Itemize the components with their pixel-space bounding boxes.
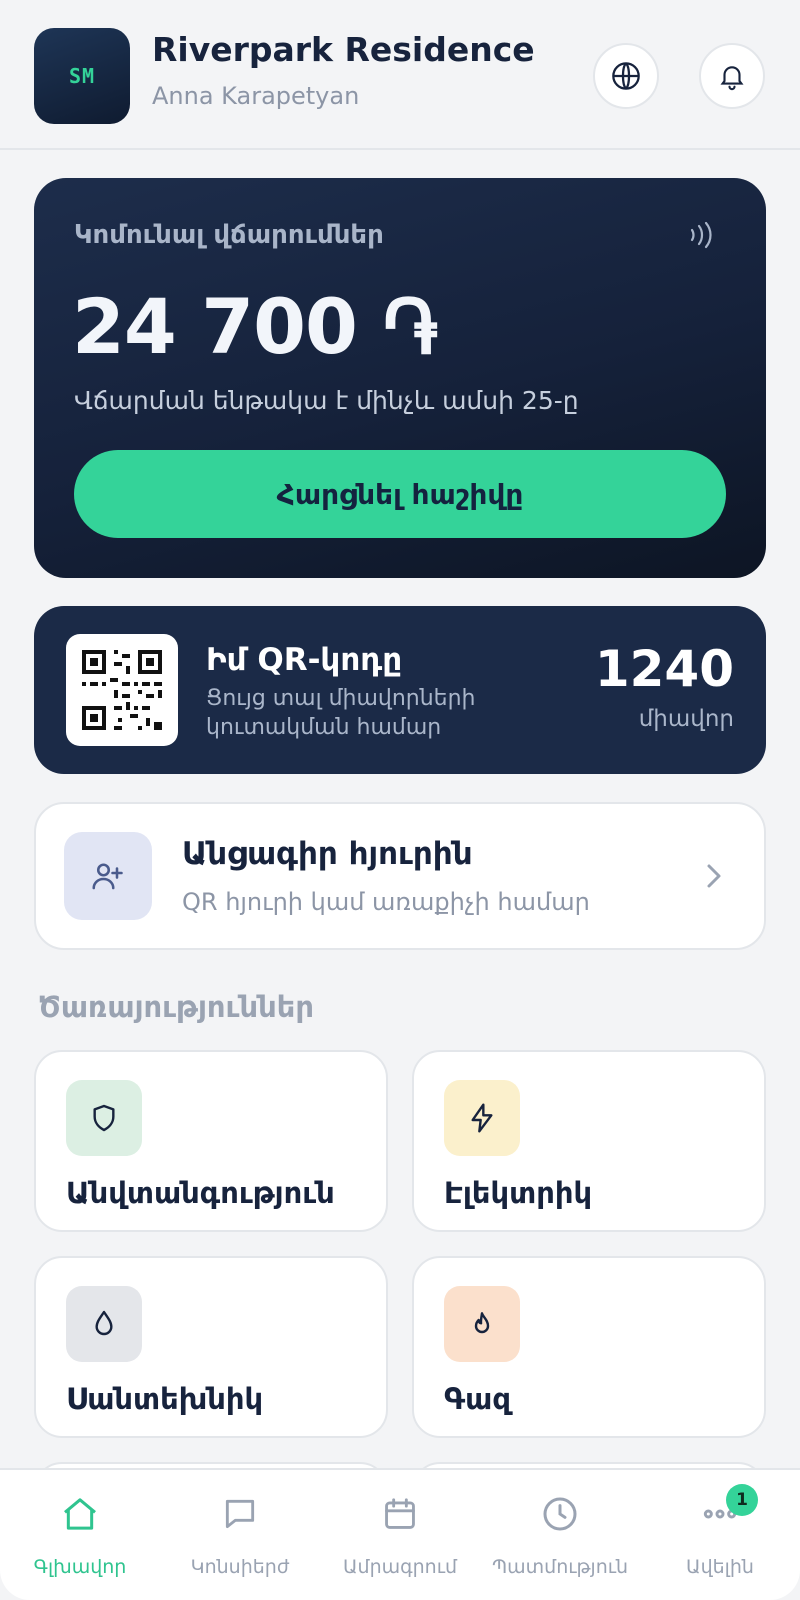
contactless-icon <box>690 221 712 249</box>
service-label: Էլեկտրիկ <box>444 1176 593 1210</box>
utility-payments-card: Կոմունալ վճարումներ 24 700 ֏ Վճարման ենթ… <box>34 178 766 578</box>
qr-code-image <box>66 634 178 746</box>
nav-icon <box>378 1492 422 1536</box>
qr-code-icon <box>82 650 162 730</box>
bell-icon <box>720 66 744 91</box>
nav-icon <box>218 1492 262 1536</box>
service-icon-box <box>66 1286 142 1362</box>
service-label: Գազ <box>444 1382 511 1416</box>
bolt-icon <box>471 1103 493 1133</box>
chevron-right-icon <box>707 864 721 888</box>
nav-label: Գլխավոր <box>33 1556 127 1578</box>
service-security[interactable]: Անվտանգություն <box>34 1050 388 1232</box>
service-plumber[interactable]: Սանտեխնիկ <box>34 1256 388 1438</box>
flame-icon <box>474 1312 490 1334</box>
nav-more[interactable]: Ավելին <box>640 1470 800 1600</box>
home-icon <box>64 1498 96 1530</box>
service-gas[interactable]: Գազ <box>412 1256 766 1438</box>
nav-label: Կոնսիերժ <box>190 1556 290 1578</box>
shield-icon <box>93 1104 115 1132</box>
user-plus-icon <box>92 863 123 890</box>
globe-icon <box>612 62 640 90</box>
chat-icon <box>225 1499 255 1529</box>
service-icon-box <box>444 1286 520 1362</box>
qr-title: Իմ QR-կոդը <box>206 642 403 678</box>
guest-pass-description: QR հյուրի կամ առաքիչի համար <box>182 888 590 916</box>
nav-home[interactable]: Գլխավոր <box>0 1470 160 1600</box>
language-button[interactable] <box>593 43 659 109</box>
app-screen: SM Riverpark Residence Anna Karapetyan Կ… <box>0 0 800 1600</box>
nav-booking[interactable]: Ամրագրում <box>320 1470 480 1600</box>
payments-label: Կոմունալ վճարումներ <box>74 220 384 250</box>
clock-icon <box>543 1497 577 1531</box>
payment-due-note: Վճարման ենթակա է մինչև ամսի 25-ը <box>74 386 579 415</box>
nav-icon <box>538 1492 582 1536</box>
droplet-icon <box>95 1310 113 1336</box>
qr-code-card[interactable]: Իմ QR-կոդը Ցույց տալ միավորների կուտակմա… <box>34 606 766 774</box>
service-label: Անվտանգություն <box>66 1176 335 1210</box>
calendar-icon <box>385 1498 415 1529</box>
app-logo: SM <box>34 28 130 124</box>
points-value: 1240 <box>594 640 734 698</box>
nav-concierge[interactable]: Կոնսիերժ <box>160 1470 320 1600</box>
bottom-navigation: Գլխավոր Կոնսիերժ Ամրագրում Պատմություն Ա… <box>0 1468 800 1600</box>
points-label: միավոր <box>638 706 734 732</box>
notification-badge: 1 <box>726 1484 758 1516</box>
logo-text: SM <box>68 64 96 88</box>
service-electrician[interactable]: Էլեկտրիկ <box>412 1050 766 1232</box>
nav-label: Ավելին <box>686 1556 754 1578</box>
services-section-title: Ծառայություններ <box>38 990 314 1024</box>
service-icon-box <box>444 1080 520 1156</box>
guest-icon-box <box>64 832 152 920</box>
user-name: Anna Karapetyan <box>152 82 360 110</box>
nav-label: Պատմություն <box>491 1556 629 1578</box>
request-bill-button[interactable]: Հարցնել հաշիվը <box>74 450 726 538</box>
guest-pass-title: Անցագիր հյուրին <box>182 836 473 872</box>
nav-icon <box>58 1492 102 1536</box>
guest-pass-card[interactable]: Անցագիր հյուրին QR հյուրի կամ առաքիչի հա… <box>34 802 766 950</box>
service-label: Սանտեխնիկ <box>66 1382 264 1416</box>
nav-history[interactable]: Պատմություն <box>480 1470 640 1600</box>
payment-amount: 24 700 ֏ <box>72 282 438 371</box>
header: SM Riverpark Residence Anna Karapetyan <box>0 0 800 150</box>
notifications-button[interactable] <box>699 43 765 109</box>
qr-description: Ցույց տալ միավորների կուտակման համար <box>206 686 476 740</box>
nav-label: Ամրագրում <box>342 1556 458 1578</box>
service-icon-box <box>66 1080 142 1156</box>
residence-title: Riverpark Residence <box>152 30 535 69</box>
